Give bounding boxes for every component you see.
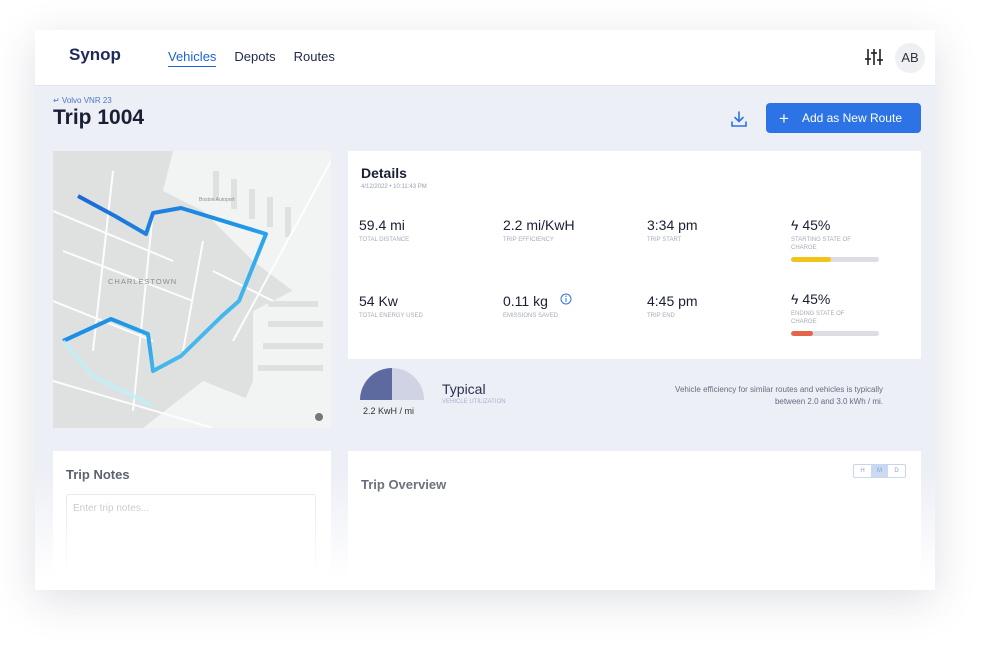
stat-ending-charge: ϟ 45% ENDING STATE OF CHARGE xyxy=(791,291,879,336)
route-map[interactable]: CHARLESTOWN Boston Autoport xyxy=(53,151,331,428)
stat-trip-end: 4:45 pm TRIP END xyxy=(647,293,698,319)
trip-overview-card: Trip Overview H M D xyxy=(348,451,921,590)
map-label-charlestown: CHARLESTOWN xyxy=(108,277,177,286)
utilization-gauge xyxy=(360,368,424,400)
trip-notes-card: Trip Notes Enter trip notes... xyxy=(53,451,331,590)
starting-charge-bar xyxy=(791,257,879,262)
plus-icon: + xyxy=(779,108,789,128)
stat-starting-charge: ϟ 45% STARTING STATE OF CHARGE xyxy=(791,217,879,262)
range-d[interactable]: D xyxy=(888,465,905,477)
top-bar: Synop Vehicles Depots Routes AB xyxy=(35,30,935,86)
trip-overview-title: Trip Overview xyxy=(361,477,447,492)
nav-routes[interactable]: Routes xyxy=(294,49,335,67)
stat-trip-start: 3:34 pm TRIP START xyxy=(647,217,698,243)
typical-label: Typical xyxy=(442,381,486,397)
page-title: Trip 1004 xyxy=(53,106,145,129)
map-label-autoport: Boston Autoport xyxy=(199,197,235,203)
overview-range-toggle: H M D xyxy=(853,464,906,478)
main-nav: Vehicles Depots Routes xyxy=(168,49,335,67)
nav-vehicles[interactable]: Vehicles xyxy=(168,49,217,67)
map-canvas: CHARLESTOWN Boston Autoport xyxy=(53,151,331,428)
range-m[interactable]: M xyxy=(871,465,888,477)
info-icon[interactable] xyxy=(560,293,572,305)
app-window: Synop Vehicles Depots Routes AB ↵ Volvo … xyxy=(35,30,935,590)
add-as-new-route-button[interactable]: + Add as New Route xyxy=(766,103,921,133)
stat-trip-efficiency: 2.2 mi/KwH TRIP EFFICIENCY xyxy=(503,217,575,243)
typical-note: Vehicle efficiency for similar routes an… xyxy=(675,385,883,406)
details-date: 4/12/2022 • 10:11:43 PM xyxy=(361,184,427,190)
nav-depots[interactable]: Depots xyxy=(234,49,275,67)
back-link[interactable]: ↵ Volvo VNR 23 xyxy=(53,96,112,105)
stat-total-energy: 54 Kw TOTAL ENERGY USED xyxy=(359,293,423,319)
utilization-value: 2.2 KwH / mi xyxy=(363,406,415,416)
trip-notes-input[interactable]: Enter trip notes... xyxy=(66,494,316,590)
stat-emissions-saved: 0.11 kg EMISSIONS SAVED xyxy=(503,293,583,320)
trip-notes-title: Trip Notes xyxy=(66,467,130,482)
download-icon[interactable] xyxy=(730,110,748,128)
range-h[interactable]: H xyxy=(854,465,871,477)
brand-logo[interactable]: Synop xyxy=(69,45,121,65)
bolt-icon: ϟ xyxy=(791,217,803,233)
add-route-label: Add as New Route xyxy=(801,111,902,125)
details-card: Details 4/12/2022 • 10:11:43 PM 59.4 mi … xyxy=(348,151,921,359)
typical-sublabel: VEHICLE UTILIZATION xyxy=(442,399,506,405)
map-info-icon[interactable] xyxy=(315,413,323,421)
stat-total-distance: 59.4 mi TOTAL DISTANCE xyxy=(359,217,410,243)
ending-charge-bar xyxy=(791,331,879,336)
sliders-icon[interactable] xyxy=(864,47,884,67)
avatar[interactable]: AB xyxy=(895,43,925,73)
bolt-icon: ϟ xyxy=(791,291,803,307)
typical-efficiency-panel: 2.2 KwH / mi Typical VEHICLE UTILIZATION… xyxy=(348,360,921,430)
details-title: Details xyxy=(361,165,407,181)
